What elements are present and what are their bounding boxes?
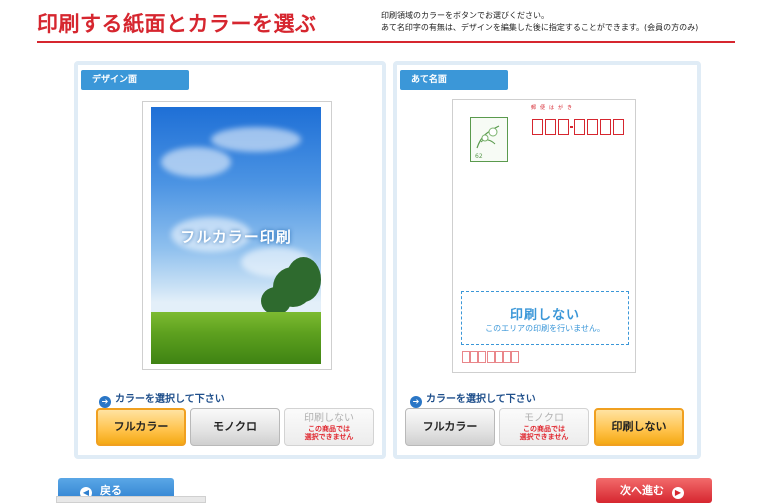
sender-zip-box	[495, 351, 503, 363]
title-underline	[37, 41, 735, 43]
zip-box	[574, 119, 585, 135]
address-full-color-button[interactable]: フルカラー	[405, 408, 495, 446]
no-print-subtitle: このエリアの印刷を行いません。	[485, 324, 605, 333]
zip-box	[587, 119, 598, 135]
instruction-line-2: あて名印字の有無は、デザインを編集した後に指定することができます。(会員の方のみ…	[381, 23, 699, 32]
sender-zip-box	[487, 351, 495, 363]
postal-card-label: 郵便はがき	[531, 105, 577, 111]
instruction-line-1: 印刷領域のカラーをボタンでお選びください。	[381, 11, 549, 20]
design-full-color-button[interactable]: フルカラー	[96, 408, 186, 446]
chevron-right-icon: ▶	[672, 487, 684, 499]
no-print-title: 印刷しない	[509, 308, 580, 323]
zip-dash	[570, 126, 573, 128]
address-color-prompt: ➔ カラーを選択して下さい	[410, 390, 536, 408]
arrow-right-icon: ➔	[99, 396, 111, 408]
design-no-print-button: 印刷しない この商品では 選択できません	[284, 408, 374, 446]
zip-box	[545, 119, 556, 135]
design-side-tab: デザイン面	[81, 70, 189, 90]
design-color-prompt: ➔ カラーを選択して下さい	[99, 390, 225, 408]
zip-box	[600, 119, 611, 135]
address-no-print-button[interactable]: 印刷しない	[594, 408, 684, 446]
zip-box	[613, 119, 624, 135]
address-mono-button: モノクロ この商品では 選択できません	[499, 408, 589, 446]
zip-box	[532, 119, 543, 135]
sender-zip-box	[470, 351, 478, 363]
design-mono-button[interactable]: モノクロ	[190, 408, 280, 446]
sender-zip-box	[478, 351, 486, 363]
next-button[interactable]: 次へ進む ▶	[596, 478, 712, 503]
instruction-text: 印刷領域のカラーをボタンでお選びください。 あて名印字の有無は、デザインを編集し…	[381, 10, 698, 34]
page-title: 印刷する紙面とカラーを選ぶ	[37, 12, 317, 36]
svg-text:62: 62	[475, 153, 483, 160]
zip-box	[558, 119, 569, 135]
design-preview-label: フルカラー印刷	[180, 228, 292, 246]
horizontal-scrollbar[interactable]	[56, 496, 206, 503]
arrow-right-icon: ➔	[410, 396, 422, 408]
sender-zip-box	[511, 351, 519, 363]
address-side-tab: あて名面	[400, 70, 508, 90]
sender-zip-box	[503, 351, 511, 363]
stamp-icon: 62	[470, 117, 508, 162]
sender-zip-box	[462, 351, 470, 363]
